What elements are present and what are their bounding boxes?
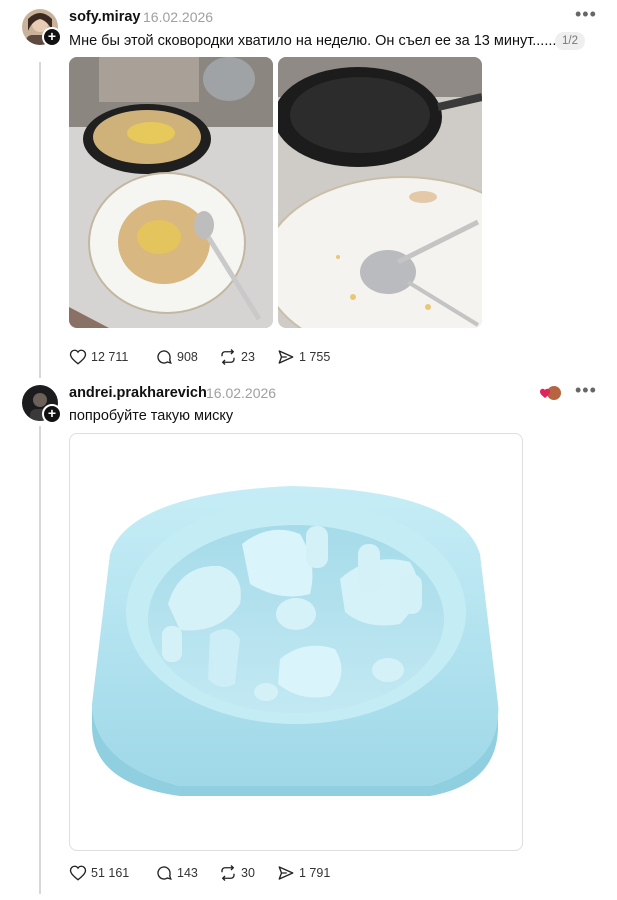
repost-icon	[221, 349, 235, 365]
share-count: 1 755	[299, 350, 331, 364]
photo-slow-feeder-bowl[interactable]	[69, 433, 523, 851]
heart-icon	[69, 865, 87, 881]
comment-icon	[157, 350, 172, 365]
photo-empty-pan[interactable]	[278, 57, 482, 328]
post-actions: 12 711 908 23 1 755	[69, 348, 369, 368]
reply-count: 143	[177, 866, 198, 880]
like-button[interactable]: 51 161	[69, 864, 129, 882]
photo-pan-with-food[interactable]	[69, 57, 273, 328]
like-count: 51 161	[91, 866, 130, 880]
repost-button[interactable]: 30	[219, 864, 255, 882]
share-icon	[278, 350, 294, 364]
comment-icon	[157, 866, 172, 881]
post-text: попробуйте такую миску	[69, 408, 234, 424]
image-pager: 1/2	[555, 32, 585, 50]
reply-count: 908	[177, 350, 198, 364]
share-button[interactable]: 1 755	[277, 348, 330, 366]
reply-button[interactable]: 143	[155, 864, 198, 882]
like-count: 12 711	[91, 350, 129, 364]
share-button[interactable]: 1 791	[277, 864, 330, 882]
username[interactable]: andrei.prakharevich	[69, 385, 207, 401]
username[interactable]: sofy.miray	[69, 9, 140, 25]
thread-line	[39, 426, 41, 894]
post-text: Мне бы этой сковородки хватило на неделю…	[69, 33, 557, 49]
more-icon[interactable]: •••	[575, 380, 597, 401]
post-actions: 51 161 143 30 1 791	[69, 864, 369, 884]
thread-line	[39, 62, 41, 378]
liked-by-author-icon	[540, 384, 562, 402]
follow-plus-icon[interactable]: +	[42, 404, 62, 424]
more-icon[interactable]: •••	[575, 4, 597, 25]
share-count: 1 791	[299, 866, 331, 880]
repost-count: 30	[241, 866, 255, 880]
post-date: 16.02.2026	[143, 9, 214, 25]
reply-button[interactable]: 908	[155, 348, 198, 366]
repost-button[interactable]: 23	[219, 348, 255, 366]
follow-plus-icon[interactable]: +	[42, 27, 62, 47]
repost-count: 23	[241, 350, 255, 364]
like-button[interactable]: 12 711	[69, 348, 128, 366]
post-date: 16.02.2026	[206, 385, 277, 401]
repost-icon	[221, 865, 235, 881]
heart-icon	[69, 349, 87, 365]
share-icon	[278, 866, 294, 880]
